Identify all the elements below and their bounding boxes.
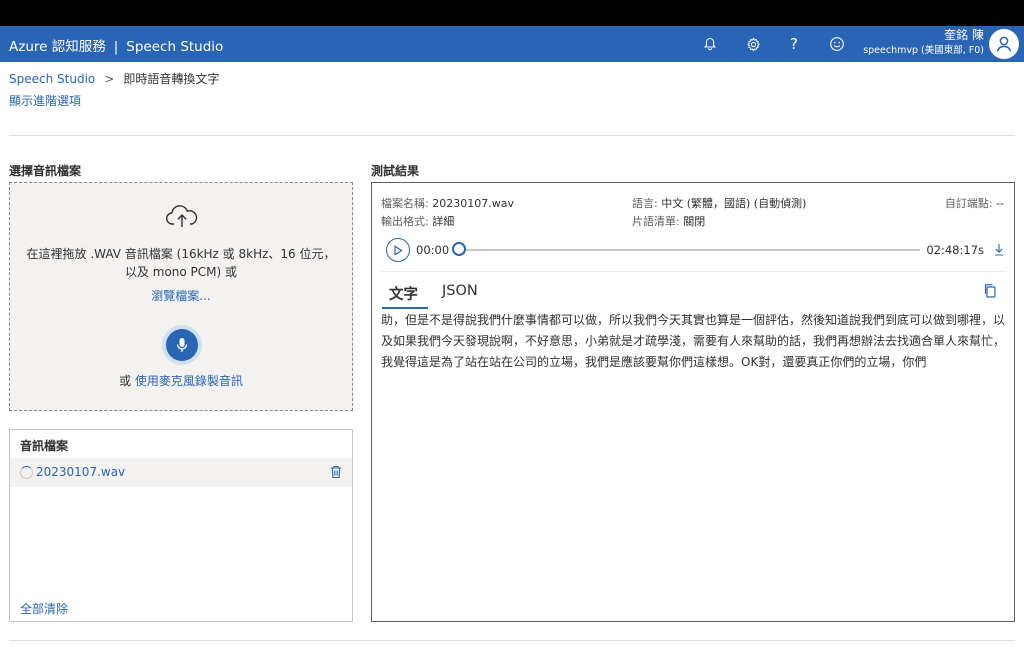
title-separator: | bbox=[113, 39, 119, 55]
language-meta: 語言: 中文 (繁體，國語) (自動偵測) bbox=[632, 195, 806, 211]
total-time: 02:48:17s bbox=[926, 243, 984, 257]
current-time: 00:00 bbox=[416, 243, 450, 257]
help-icon[interactable]: ? bbox=[782, 32, 806, 56]
output-format-meta: 輸出格式: 詳細 bbox=[381, 213, 454, 229]
output-format-value: 詳細 bbox=[432, 215, 455, 228]
tab-text[interactable]: 文字 bbox=[389, 283, 418, 304]
footer-divider bbox=[9, 640, 1015, 641]
active-tab-indicator bbox=[382, 307, 428, 309]
app-title[interactable]: Azure 認知服務 | Speech Studio bbox=[9, 35, 223, 55]
browse-files-link[interactable]: 瀏覽檔案... bbox=[10, 287, 352, 304]
file-name-label: 檔案名稱: bbox=[381, 197, 429, 210]
breadcrumb: Speech Studio > 即時語音轉換文字 bbox=[9, 70, 219, 87]
audio-drop-zone[interactable]: 在這裡拖放 .WAV 音訊檔案 (16kHz 或 8kHz、16 位元， 以及 … bbox=[9, 182, 353, 411]
breadcrumb-current: 即時語音轉換文字 bbox=[123, 72, 220, 86]
header-divider bbox=[9, 135, 1015, 136]
download-icon[interactable] bbox=[994, 241, 1004, 260]
loading-spinner-icon bbox=[20, 466, 33, 479]
output-format-label: 輸出格式: bbox=[381, 215, 429, 228]
audio-files-panel: 音訊檔案 20230107.wav 全部清除 bbox=[9, 429, 353, 622]
microphone-button[interactable] bbox=[166, 329, 198, 361]
test-results-title: 測試結果 bbox=[371, 164, 420, 178]
list-item[interactable]: 20230107.wav bbox=[10, 458, 352, 487]
drop-instructions-line1: 在這裡拖放 .WAV 音訊檔案 (16kHz 或 8kHz、16 位元， bbox=[26, 247, 336, 261]
custom-endpoint-meta: 自訂端點: -- bbox=[945, 195, 1004, 211]
custom-endpoint-label: 自訂端點: bbox=[944, 197, 993, 210]
record-with-microphone-link[interactable]: 使用麥克風錄製音訊 bbox=[135, 374, 243, 388]
audio-progress-thumb[interactable] bbox=[452, 242, 466, 256]
file-name-meta: 檔案名稱: 20230107.wav bbox=[381, 195, 514, 211]
language-label: 語言: bbox=[632, 197, 658, 210]
results-panel: 檔案名稱: 20230107.wav 輸出格式: 詳細 語言: 中文 (繁體，國… bbox=[371, 182, 1015, 622]
microphone-icon bbox=[176, 338, 188, 352]
gear-icon[interactable] bbox=[741, 32, 765, 56]
play-icon bbox=[394, 245, 403, 255]
mic-button-ring bbox=[162, 325, 202, 365]
clear-all-link[interactable]: 全部清除 bbox=[20, 600, 68, 617]
app-header: Azure 認知服務 | Speech Studio ? 奎銘 陳 speechmv… bbox=[0, 26, 1024, 62]
audio-files-title: 音訊檔案 bbox=[20, 439, 69, 453]
drop-instructions-line2: 以及 mono PCM) 或 bbox=[124, 265, 238, 279]
file-name[interactable]: 20230107.wav bbox=[36, 465, 125, 479]
or-text: 或 bbox=[119, 374, 132, 388]
transcript-text: 助，但是不是得說我們什麼事情都可以做，所以我們今天其實也算是一個評估，然後知道說… bbox=[381, 313, 1006, 369]
user-name: 奎銘 陳 bbox=[944, 28, 984, 42]
drop-instructions: 在這裡拖放 .WAV 音訊檔案 (16kHz 或 8kHz、16 位元， 以及 … bbox=[10, 245, 352, 281]
cloud-upload-icon bbox=[165, 203, 199, 233]
bell-icon[interactable] bbox=[698, 32, 722, 56]
audio-progress-track[interactable] bbox=[460, 249, 920, 251]
smile-icon[interactable] bbox=[825, 32, 849, 56]
select-audio-title: 選擇音訊檔案 bbox=[9, 164, 82, 178]
tab-json[interactable]: JSON bbox=[442, 283, 478, 299]
results-divider bbox=[380, 271, 1006, 272]
record-option: 或 使用麥克風錄製音訊 bbox=[10, 372, 352, 389]
person-icon bbox=[996, 36, 1012, 52]
top-black-strip bbox=[0, 0, 1024, 26]
copy-icon[interactable] bbox=[983, 283, 996, 302]
user-info[interactable]: 奎銘 陳 speechmvp (美國東部, F0) bbox=[863, 28, 984, 58]
brand-name: Azure 認知服務 bbox=[9, 39, 106, 55]
language-value: 中文 (繁體，國語) (自動偵測) bbox=[661, 197, 807, 210]
phrase-list-meta: 片語清單: 關閉 bbox=[632, 213, 705, 229]
phrase-list-label: 片語清單: bbox=[632, 215, 680, 228]
trash-icon[interactable] bbox=[330, 464, 342, 483]
user-resource: speechmvp (美國東部, F0) bbox=[863, 45, 984, 56]
custom-endpoint-value: -- bbox=[996, 197, 1004, 210]
advanced-options-link[interactable]: 顯示進階選項 bbox=[9, 92, 81, 109]
chevron-right-icon: > bbox=[104, 71, 115, 86]
avatar[interactable] bbox=[989, 29, 1019, 59]
product-name: Speech Studio bbox=[126, 39, 224, 55]
phrase-list-value: 關閉 bbox=[683, 215, 706, 228]
file-name-value: 20230107.wav bbox=[432, 197, 514, 210]
breadcrumb-root[interactable]: Speech Studio bbox=[9, 72, 95, 86]
play-button[interactable] bbox=[386, 238, 410, 262]
